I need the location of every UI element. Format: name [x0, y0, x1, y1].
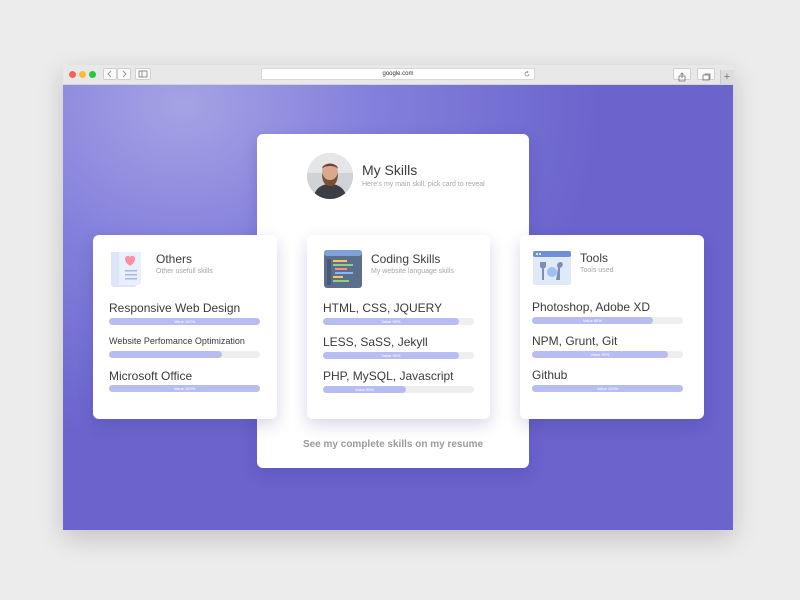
skill-progress-bar: Value 80% [532, 317, 683, 324]
skill-progress-fill: Value 100% [109, 318, 260, 325]
skill-progress-fill [109, 351, 223, 358]
tools-skills-card[interactable]: Tools Tools used Photoshop, Adobe XD Val… [520, 235, 704, 419]
reload-icon[interactable] [523, 70, 531, 78]
skill-progress-bar: Value 90% [323, 318, 474, 325]
skill-progress-fill: Value 90% [323, 318, 459, 325]
others-card-title: Others [156, 252, 193, 266]
sidebar-toggle-button[interactable] [135, 68, 151, 80]
skill-progress-value: Value 80% [582, 318, 602, 323]
skill-progress-bar [109, 351, 260, 358]
others-card-subtitle: Other usefull skills [156, 268, 213, 275]
skill-progress-value: Value 100% [173, 386, 196, 391]
tools-card-title: Tools [580, 251, 609, 265]
skill-progress-bar: Value 90% [532, 351, 683, 358]
skill-name: NPM, Grunt, Git [532, 334, 618, 348]
tabs-icon [702, 73, 711, 81]
browser-window: google.com + My Skills Here's my main sk… [63, 65, 733, 530]
coding-card-title: Coding Skills [371, 252, 441, 266]
back-button[interactable] [103, 68, 117, 80]
skill-progress-fill: Value 100% [109, 385, 260, 392]
skill-progress-fill: Value 90% [532, 351, 668, 358]
minimize-window-button[interactable] [79, 71, 86, 78]
skill-progress-bar: Value 100% [109, 318, 260, 325]
skill-name: Microsoft Office [109, 369, 193, 383]
skill-progress-fill: Value 90% [323, 352, 459, 359]
avatar [307, 153, 353, 199]
chevron-right-icon [122, 70, 127, 78]
resume-link[interactable]: See my complete skills on my resume [257, 439, 529, 450]
chevron-left-icon [107, 70, 112, 78]
skill-progress-value: Value 100% [596, 386, 619, 391]
skill-name: Github [532, 368, 568, 382]
skill-name: Photoshop, Adobe XD [532, 300, 651, 314]
skill-progress-value: Value 90% [590, 352, 610, 357]
skill-progress-value: Value 90% [381, 353, 401, 358]
code-editor-icon [323, 249, 363, 289]
document-heart-icon [107, 250, 147, 288]
url-text: google.com [382, 71, 414, 77]
skill-name: PHP, MySQL, Javascript [323, 369, 454, 383]
new-tab-button[interactable]: + [720, 70, 733, 84]
coding-card-subtitle: My website language skills [371, 268, 454, 275]
skill-progress-bar: Value 100% [109, 385, 260, 392]
skill-name: HTML, CSS, JQUERY [323, 301, 443, 315]
share-button[interactable] [673, 68, 691, 82]
others-skills-card[interactable]: Others Other usefull skills Responsive W… [93, 235, 277, 419]
tools-browser-icon [532, 250, 572, 286]
close-window-button[interactable] [69, 71, 76, 78]
browser-toolbar: google.com + [63, 65, 733, 85]
tools-card-subtitle: Tools used [580, 267, 614, 274]
page-title: My Skills [362, 162, 418, 178]
skill-progress-fill: Value 80% [532, 317, 653, 324]
skill-progress-bar: Value 55% [323, 386, 474, 393]
forward-button[interactable] [117, 68, 131, 80]
skill-progress-fill: Value 100% [532, 385, 683, 392]
page-viewport: My Skills Here's my main skill, pick car… [63, 85, 733, 530]
skill-progress-value: Value 100% [173, 319, 196, 324]
page-subtitle: Here's my main skill, pick card to revea… [362, 181, 485, 188]
skill-progress-bar: Value 90% [323, 352, 474, 359]
skill-progress-value: Value 90% [381, 319, 401, 324]
maximize-window-button[interactable] [89, 71, 96, 78]
coding-skills-card[interactable]: Coding Skills My website language skills… [307, 235, 490, 419]
skill-progress-fill: Value 55% [323, 386, 407, 393]
skill-name: LESS, SaSS, Jekyll [323, 335, 428, 349]
address-bar[interactable]: google.com [261, 68, 535, 80]
skill-name: Website Perfomance Optimization [109, 336, 245, 346]
sidebar-icon [138, 70, 148, 78]
skill-progress-bar: Value 100% [532, 385, 683, 392]
skill-progress-value: Value 55% [354, 387, 375, 392]
share-icon [678, 72, 686, 82]
show-tabs-button[interactable] [697, 68, 715, 81]
skill-name: Responsive Web Design [109, 301, 241, 315]
avatar-photo [307, 153, 353, 199]
